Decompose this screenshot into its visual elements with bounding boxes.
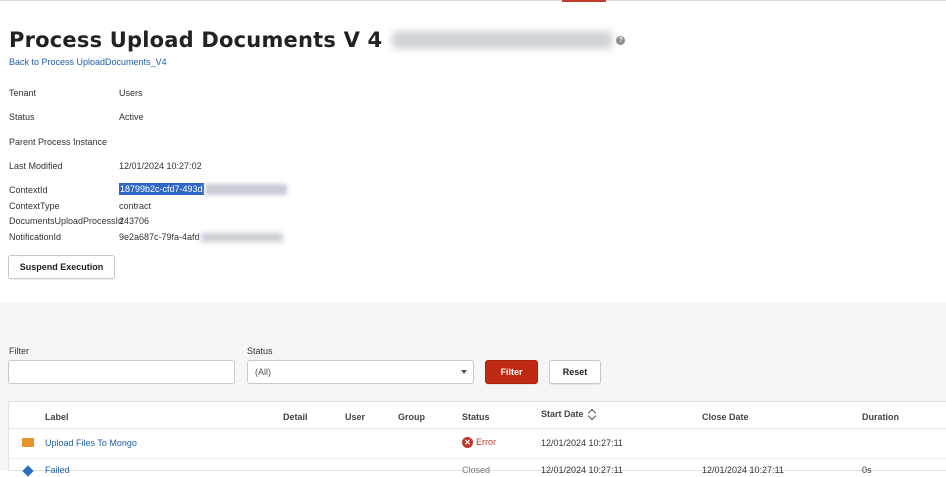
context-type-value: contract — [119, 201, 152, 211]
context-id-value[interactable]: 18799b2c-cfd7-493d — [119, 183, 287, 196]
event-icon — [22, 465, 34, 477]
row-label-link[interactable]: Upload Files To Mongo — [45, 438, 137, 448]
activities-table: Label Detail User Group Status Start Dat… — [8, 401, 946, 477]
column-header-duration[interactable]: Duration — [862, 412, 899, 422]
row-close-date: 12/01/2024 10:27:11 — [702, 465, 784, 475]
error-icon: ✕ — [462, 437, 473, 449]
status-filter-label: Status — [247, 346, 273, 356]
column-header-group[interactable]: Group — [398, 412, 425, 422]
status-select[interactable]: (All) — [247, 360, 474, 384]
row-start-date: 12/01/2024 10:27:11 — [541, 465, 623, 475]
context-id-selected-text: 18799b2c-cfd7-493d — [119, 183, 204, 195]
row-divider — [9, 458, 946, 459]
chevron-down-icon — [461, 370, 467, 374]
context-type-label: ContextType — [9, 201, 60, 211]
row-start-date: 12/01/2024 10:27:11 — [541, 438, 623, 448]
tenant-label: Tenant — [9, 88, 37, 98]
row-label-link[interactable]: Failed — [45, 465, 70, 475]
documents-upload-process-id-label: DocumentsUploadProcessId — [9, 216, 124, 226]
notification-id-label: NotificationId — [9, 232, 62, 242]
row-duration: 0s — [862, 465, 872, 475]
header-divider — [9, 428, 946, 429]
task-icon — [22, 438, 34, 447]
row-status: Closed — [462, 465, 491, 475]
tenant-value: Users — [119, 88, 143, 98]
last-modified-label: Last Modified — [9, 161, 63, 171]
column-header-label[interactable]: Label — [45, 412, 69, 422]
filter-input[interactable] — [8, 360, 235, 384]
redacted-notification-id — [200, 233, 283, 243]
reset-button[interactable]: Reset — [549, 360, 601, 384]
column-header-close-date[interactable]: Close Date — [702, 412, 749, 422]
status-label: Status — [9, 112, 35, 122]
column-header-user[interactable]: User — [345, 412, 365, 422]
notification-id-text: 9e2a687c-79fa-4afd — [119, 232, 200, 242]
notification-id-value: 9e2a687c-79fa-4afd — [119, 232, 283, 243]
parent-process-label: Parent Process Instance — [9, 137, 108, 147]
page-title: Process Upload Documents V 4 — [9, 28, 383, 52]
help-icon[interactable]: ? — [616, 35, 626, 45]
suspend-execution-button[interactable]: Suspend Execution — [8, 255, 115, 279]
back-link[interactable]: Back to Process UploadDocuments_V4 — [9, 57, 167, 67]
page-header: Process Upload Documents V 4 ? — [9, 26, 626, 54]
column-header-detail[interactable]: Detail — [283, 412, 308, 422]
column-header-start-date[interactable]: Start Date — [541, 409, 597, 420]
active-nav-indicator — [562, 0, 606, 2]
column-header-status[interactable]: Status — [462, 412, 490, 422]
filter-label: Filter — [9, 346, 29, 356]
filter-button[interactable]: Filter — [485, 360, 538, 384]
start-date-header-label: Start Date — [541, 409, 584, 419]
status-value: Active — [119, 112, 144, 122]
redacted-instance-number — [392, 31, 613, 49]
sort-icon — [588, 409, 597, 420]
documents-upload-process-id-value: 243706 — [119, 216, 150, 226]
redacted-context-id — [204, 184, 287, 196]
status-select-value: (All) — [255, 367, 271, 377]
row-status-text: Error — [476, 437, 496, 447]
context-id-label: ContextId — [9, 185, 48, 195]
top-border — [0, 0, 946, 1]
row-status: ✕ Error — [462, 437, 496, 449]
last-modified-value: 12/01/2024 10:27:02 — [119, 161, 202, 171]
